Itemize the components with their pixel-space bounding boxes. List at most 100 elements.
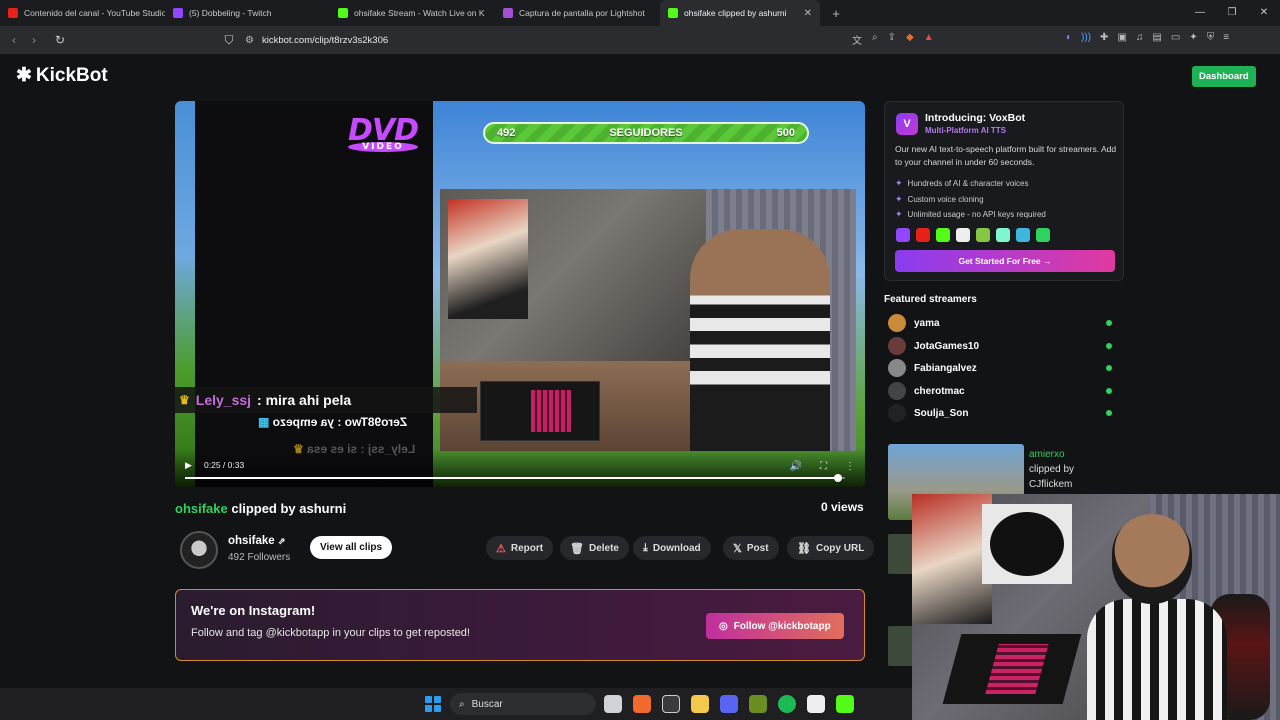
fullscreen-icon[interactable]: ⛶ [820,461,827,472]
brave-shield-icon[interactable]: ◆ [906,32,914,47]
new-tab-button[interactable]: + [826,6,846,21]
follow-instagram-button[interactable]: ◎ Follow @kickbotapp [706,613,844,639]
youtube-icon [916,228,930,242]
browser-tab[interactable]: Contenido del canal - YouTube Studio [0,0,165,26]
live-indicator [1106,410,1112,416]
report-label: Report [510,542,544,554]
kick-icon[interactable] [836,695,854,713]
live-indicator [1106,343,1112,349]
close-tab-icon[interactable]: ✕ [804,8,812,19]
windows-taskbar: ⌕ Buscar [0,688,912,720]
spotify-icon[interactable] [778,695,796,713]
channel-info[interactable]: ohsifake ⇗ 492 Followers [180,531,300,569]
windows-start-icon[interactable] [425,696,441,712]
play-icon[interactable]: ▶ [185,460,192,471]
live-indicator [1106,320,1112,326]
dashboard-button[interactable]: Dashboard [1192,66,1256,87]
post-button[interactable]: 𝕏 Post [723,536,779,560]
site-info-icon[interactable]: ⚙ [245,35,254,46]
featured-streamer-item[interactable]: JotaGames10 [888,337,1112,355]
avatar[interactable] [180,531,218,569]
browser-tab[interactable]: Captura de pantalla por Lightshot [495,0,660,26]
sparkle-icon: ✦ [895,193,903,204]
back-icon[interactable]: ‹ [4,33,24,47]
brave-icon[interactable] [633,695,651,713]
browser-tab[interactable]: (5) Dobbeling - Twitch [165,0,330,26]
close-window-icon[interactable]: ✕ [1248,0,1280,26]
streamer-link[interactable]: ohsifake [175,501,228,516]
follower-count: 492 Followers [228,552,291,563]
browser-tab[interactable]: ohsifake Stream - Watch Live on K [330,0,495,26]
featured-streamer-item[interactable]: Fabiangalvez [888,359,1112,377]
minimize-icon[interactable]: — [1184,0,1216,26]
puzzle-icon[interactable]: ✚ [1100,32,1108,43]
kickbot-logo[interactable]: ✱ KickBot [16,64,108,87]
related-clip-user: amierxo [1029,449,1065,460]
vpn-icon[interactable]: ⛨ [1207,32,1215,43]
translate-icon[interactable]: 文 [852,32,862,47]
streamer-name: cherotmac [914,385,965,397]
forward-icon[interactable]: › [24,33,44,47]
featured-streamer-item[interactable]: yama [888,314,1112,332]
wallet-icon[interactable]: ▭ [1171,32,1180,43]
streamer-name: JotaGames10 [914,340,980,352]
post-label: Post [746,542,769,554]
reload-icon[interactable]: ↻ [50,33,70,47]
youtube-studio-icon [8,8,18,18]
volume-icon[interactable]: 🔊 [790,461,802,472]
channel-name-text: ohsifake [228,535,275,547]
x-logo-icon: 𝕏 [733,542,742,555]
leo-icon[interactable]: ✦ [1189,32,1197,43]
clip-video-player[interactable]: DVD VIDEO 492 SEGUIDORES 500 Zero98Two : … [175,101,865,487]
streamer-name: yama [914,317,940,329]
capcut-icon[interactable] [807,695,825,713]
seek-handle[interactable] [834,474,843,482]
seek-bar[interactable] [185,474,845,482]
screenshot-icon[interactable]: ▣ [1117,32,1126,43]
rewards-icon[interactable]: ▲ [924,32,934,47]
tab-label: ohsifake Stream - Watch Live on K [354,8,485,18]
discord-icon[interactable] [720,695,738,713]
avatar [888,404,906,422]
app-icon[interactable] [749,695,767,713]
download-button[interactable]: ⤓ Download [633,536,711,560]
menu-icon[interactable]: ≡ [1223,32,1229,43]
get-started-button[interactable]: Get Started For Free → [895,250,1115,272]
kickbot-logo-icon: ✱ [16,65,32,86]
folder-icon[interactable] [691,695,709,713]
taskbar-search[interactable]: ⌕ Buscar [450,693,596,715]
related-clip-info[interactable]: amierxo clipped by CJflickem [1029,447,1074,492]
avatar [888,337,906,355]
extension-icon[interactable]: ◐ [1066,32,1072,43]
related-clip-thumbnail[interactable] [888,626,914,666]
copy-url-button[interactable]: ⛓ Copy URL [787,536,875,560]
chat-line-text: Zero98Two : ya empezo [272,415,408,429]
maximize-icon[interactable]: ❐ [1216,0,1248,26]
extension-icon[interactable]: ))) [1081,32,1091,43]
platform-icons [896,228,1050,242]
follow-instagram-label: Follow @kickbotapp [733,620,831,632]
channel-name[interactable]: ohsifake ⇗ [228,535,285,547]
share-icon[interactable]: ⇪ [888,32,896,47]
feature-text: Unlimited usage - no API keys required [907,210,1046,220]
wall-poster [448,199,528,319]
browser-tab-active[interactable]: ohsifake clipped by ashurni ✕ [660,0,820,26]
wall-picture [982,504,1072,584]
sidebar-icon[interactable]: ▤ [1152,32,1161,43]
bookmark-icon[interactable]: ⛉ [219,33,239,48]
media-icon[interactable]: ♫ [1136,32,1144,43]
zoom-icon[interactable]: ⌕ [872,32,878,47]
chatgpt-icon[interactable] [662,695,680,713]
delete-button[interactable]: 🗑 Delete [560,536,629,560]
related-clip-thumbnail[interactable] [888,534,914,574]
more-options-icon[interactable]: ⋮ [845,461,855,472]
tab-label: ohsifake clipped by ashurni [684,8,787,18]
crown-icon: ♛ [179,393,190,407]
external-link-icon: ⇗ [277,536,286,546]
file-icon[interactable] [604,695,622,713]
view-all-clips-button[interactable]: View all clips [310,536,393,559]
featured-streamer-item[interactable]: cherotmac [888,382,1112,400]
featured-streamer-item[interactable]: Soulja_Son [888,404,1112,422]
report-button[interactable]: ⚠ Report [486,536,554,560]
player-right-controls: 🔊 ⛶ ⋮ [790,461,855,472]
